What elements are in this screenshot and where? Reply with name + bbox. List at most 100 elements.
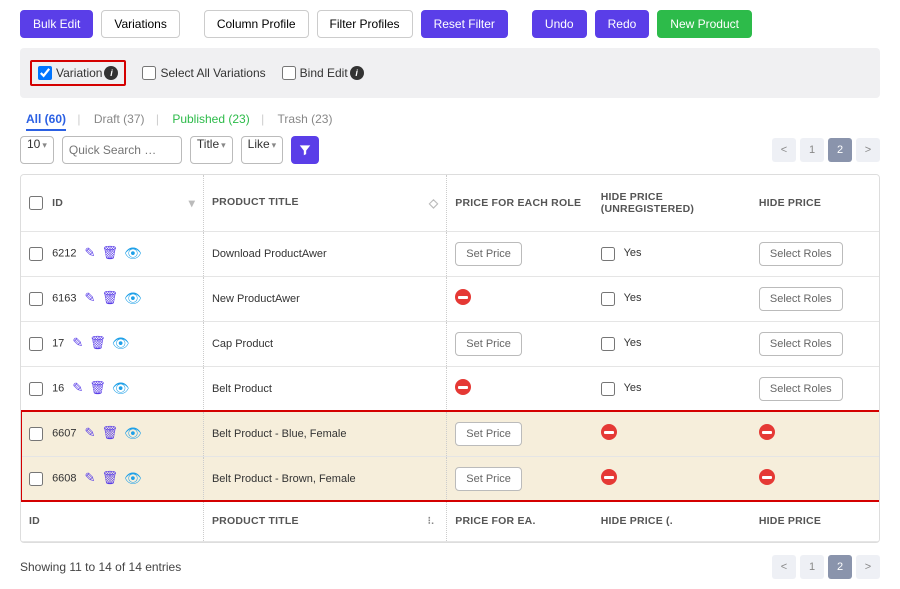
info-icon[interactable]: i [350,66,364,80]
delete-icon[interactable]: 🗑 [101,290,118,307]
select-roles-button[interactable]: Select Roles [759,332,843,356]
filter-icon [298,143,312,157]
select-roles-button[interactable]: Select Roles [759,287,843,311]
tab-published[interactable]: Published (23) [172,112,249,126]
select-all-label: Select All Variations [160,66,265,80]
row-checkbox[interactable] [29,472,43,486]
quick-search-input[interactable] [62,136,182,164]
edit-icon[interactable]: ✎ [85,470,96,487]
row-checkbox[interactable] [29,247,43,261]
pager-page-1[interactable]: 1 [800,555,824,579]
select-all-variations-checkbox[interactable] [142,66,156,80]
edit-icon[interactable]: ✎ [72,380,83,397]
select-roles-button[interactable]: Select Roles [759,242,843,266]
entries-status: Showing 11 to 14 of 14 entries [20,560,181,574]
disabled-icon [601,424,617,440]
row-id: 6163 [52,292,76,304]
foot-hide-price: HIDE PRICE [759,515,821,527]
pager-prev[interactable]: < [772,138,796,162]
foot-id: ID [29,515,40,527]
variations-button[interactable]: Variations [101,10,179,38]
col-title[interactable]: PRODUCT TITLE [212,196,299,208]
view-icon[interactable]: 👁 [124,245,142,262]
search-op-select[interactable]: Like▾ [241,136,284,164]
yes-checkbox[interactable]: Yes [601,247,642,259]
foot-hide-unreg: HIDE PRICE (. [601,515,673,527]
delete-icon[interactable]: 🗑 [89,380,106,397]
new-product-button[interactable]: New Product [657,10,752,38]
row-id: 17 [52,337,64,349]
reset-filter-button[interactable]: Reset Filter [421,10,508,38]
col-price-each[interactable]: PRICE FOR EACH ROLE [455,197,581,209]
select-all-checkbox[interactable] [29,196,43,210]
info-icon[interactable]: i [104,66,118,80]
yes-checkbox[interactable]: Yes [601,292,642,304]
filter-button[interactable] [291,136,319,164]
variation-label: Variation [56,66,102,80]
row-id: 6608 [52,472,76,484]
row-title: Belt Product [212,383,272,395]
view-icon[interactable]: 👁 [124,425,142,442]
row-checkbox[interactable] [29,382,43,396]
set-price-button[interactable]: Set Price [455,422,522,446]
tab-trash[interactable]: Trash (23) [278,112,333,126]
set-price-button[interactable]: Set Price [455,467,522,491]
set-price-button[interactable]: Set Price [455,332,522,356]
view-icon[interactable]: 👁 [124,470,142,487]
edit-icon[interactable]: ✎ [85,245,96,262]
pager-page-1[interactable]: 1 [800,138,824,162]
view-icon[interactable]: 👁 [124,290,142,307]
page-size-select[interactable]: 10▾ [20,136,54,164]
bulk-edit-button[interactable]: Bulk Edit [20,10,93,38]
product-table: ID▾ PRODUCT TITLE◇ PRICE FOR EACH ROLE H… [20,174,880,543]
pager-next[interactable]: > [856,138,880,162]
row-title: Cap Product [212,338,273,350]
tab-draft[interactable]: Draft (37) [94,112,145,126]
row-id: 6607 [52,427,76,439]
bind-edit-label: Bind Edit [300,66,348,80]
tab-all[interactable]: All (60) [26,112,66,131]
col-hide-price[interactable]: HIDE PRICE [759,197,821,209]
yes-checkbox[interactable]: Yes [601,337,642,349]
select-roles-button[interactable]: Select Roles [759,377,843,401]
set-price-button[interactable]: Set Price [455,242,522,266]
pager-page-2[interactable]: 2 [828,555,852,579]
edit-icon[interactable]: ✎ [72,335,83,352]
table-row: 6608✎🗑👁Belt Product - Brown, FemaleSet P… [21,456,879,501]
col-hide-unreg[interactable]: HIDE PRICE (UNREGISTERED) [601,191,694,215]
view-icon[interactable]: 👁 [112,380,130,397]
variation-toggle-highlight: Variation i [30,60,126,86]
variation-checkbox[interactable] [38,66,52,80]
delete-icon[interactable]: 🗑 [101,245,118,262]
undo-button[interactable]: Undo [532,10,587,38]
view-icon[interactable]: 👁 [112,335,130,352]
pager-prev[interactable]: < [772,555,796,579]
disabled-icon [455,379,471,395]
filter-profiles-button[interactable]: Filter Profiles [317,10,413,38]
column-chooser-icon[interactable]: ⁝. [424,515,439,527]
row-checkbox[interactable] [29,292,43,306]
delete-icon[interactable]: 🗑 [89,335,106,352]
disabled-icon [759,424,775,440]
pager-page-2[interactable]: 2 [828,138,852,162]
row-checkbox[interactable] [29,337,43,351]
table-row: 6212✎🗑👁Download ProductAwerSet Price Yes… [21,231,879,276]
yes-checkbox[interactable]: Yes [601,382,642,394]
row-title: Belt Product - Blue, Female [212,428,347,440]
col-id[interactable]: ID [52,197,63,209]
bind-edit-checkbox[interactable] [282,66,296,80]
foot-title: PRODUCT TITLE [212,515,299,527]
delete-icon[interactable]: 🗑 [101,425,118,442]
delete-icon[interactable]: 🗑 [101,470,118,487]
row-checkbox[interactable] [29,427,43,441]
redo-button[interactable]: Redo [595,10,650,38]
foot-price: PRICE FOR EA. [455,515,535,527]
row-id: 6212 [52,247,76,259]
edit-icon[interactable]: ✎ [85,290,96,307]
edit-icon[interactable]: ✎ [85,425,96,442]
search-field-select[interactable]: Title▾ [190,136,233,164]
disabled-icon [455,289,471,305]
pager-next[interactable]: > [856,555,880,579]
row-id: 16 [52,382,64,394]
column-profile-button[interactable]: Column Profile [204,10,309,38]
